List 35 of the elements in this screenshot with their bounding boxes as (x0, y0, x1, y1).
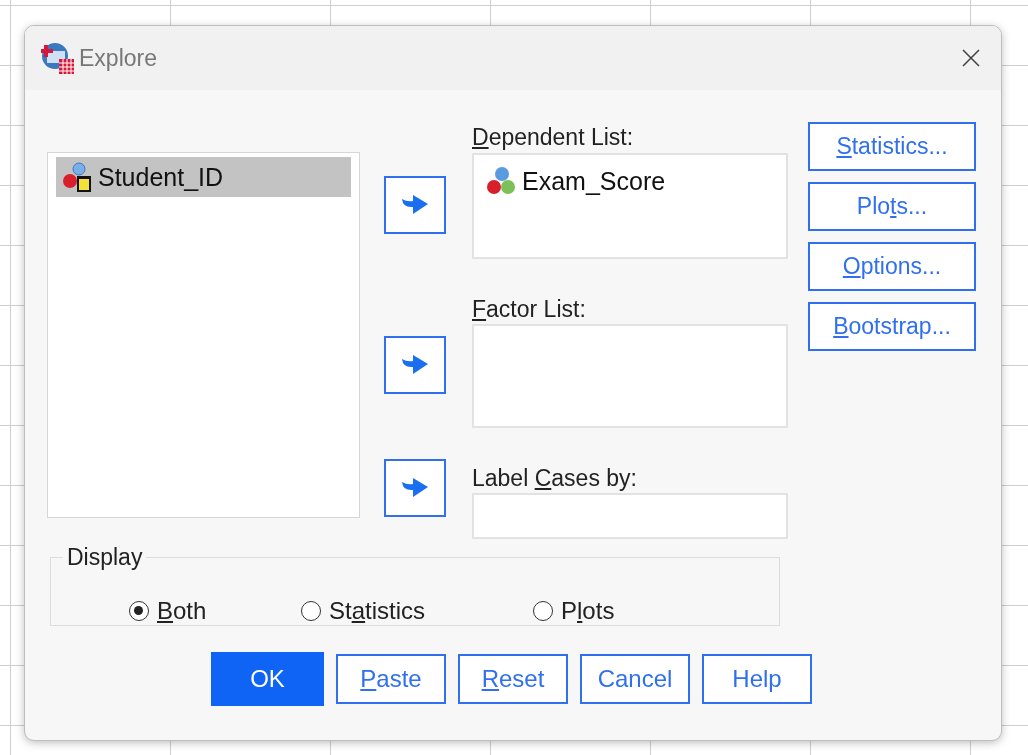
radio-option[interactable]: Both (129, 597, 207, 625)
nominal-variable-icon (62, 162, 92, 192)
radio-button[interactable] (301, 601, 321, 621)
dependent-list-label: Dependent List: (472, 123, 635, 152)
dependent-list[interactable]: Exam_Score (472, 153, 788, 259)
group-legend: Display (63, 544, 147, 571)
variable-list[interactable]: Student_ID (47, 152, 360, 518)
arrow-icon (400, 476, 430, 500)
dialog-button[interactable]: Bootstrap... (808, 302, 976, 351)
radio-option[interactable]: Plots (533, 597, 615, 625)
app-icon (41, 41, 75, 75)
arrow-icon (400, 353, 430, 377)
variable-item[interactable]: Exam_Score (478, 161, 782, 201)
move-arrow-button[interactable] (384, 176, 446, 234)
window-title: Explore (79, 44, 158, 72)
radio-button[interactable] (533, 601, 553, 621)
dialog-button[interactable]: Options... (808, 242, 976, 291)
dialog-button[interactable]: Reset (458, 654, 568, 704)
radio-button[interactable] (129, 601, 149, 621)
ok-button[interactable]: OK (211, 652, 324, 706)
radio-option[interactable]: Statistics (301, 597, 426, 625)
dialog-button[interactable]: Cancel (580, 654, 690, 704)
label-cases-label: Label Cases by: (472, 464, 638, 493)
move-arrow-button[interactable] (384, 459, 446, 517)
close-icon[interactable] (961, 48, 981, 68)
move-arrow-button[interactable] (384, 336, 446, 394)
label-cases-field[interactable] (472, 493, 788, 539)
variable-item[interactable]: Student_ID (56, 157, 351, 197)
scale-variable-icon (486, 166, 516, 196)
dialog-button[interactable]: Statistics... (808, 122, 976, 171)
dialog-button[interactable]: Paste (336, 654, 446, 704)
factor-list-label: Factor List: (472, 295, 587, 324)
dialog-button[interactable]: Help (702, 654, 812, 704)
dialog-button[interactable]: Plots... (808, 182, 976, 231)
arrow-icon (400, 193, 430, 217)
